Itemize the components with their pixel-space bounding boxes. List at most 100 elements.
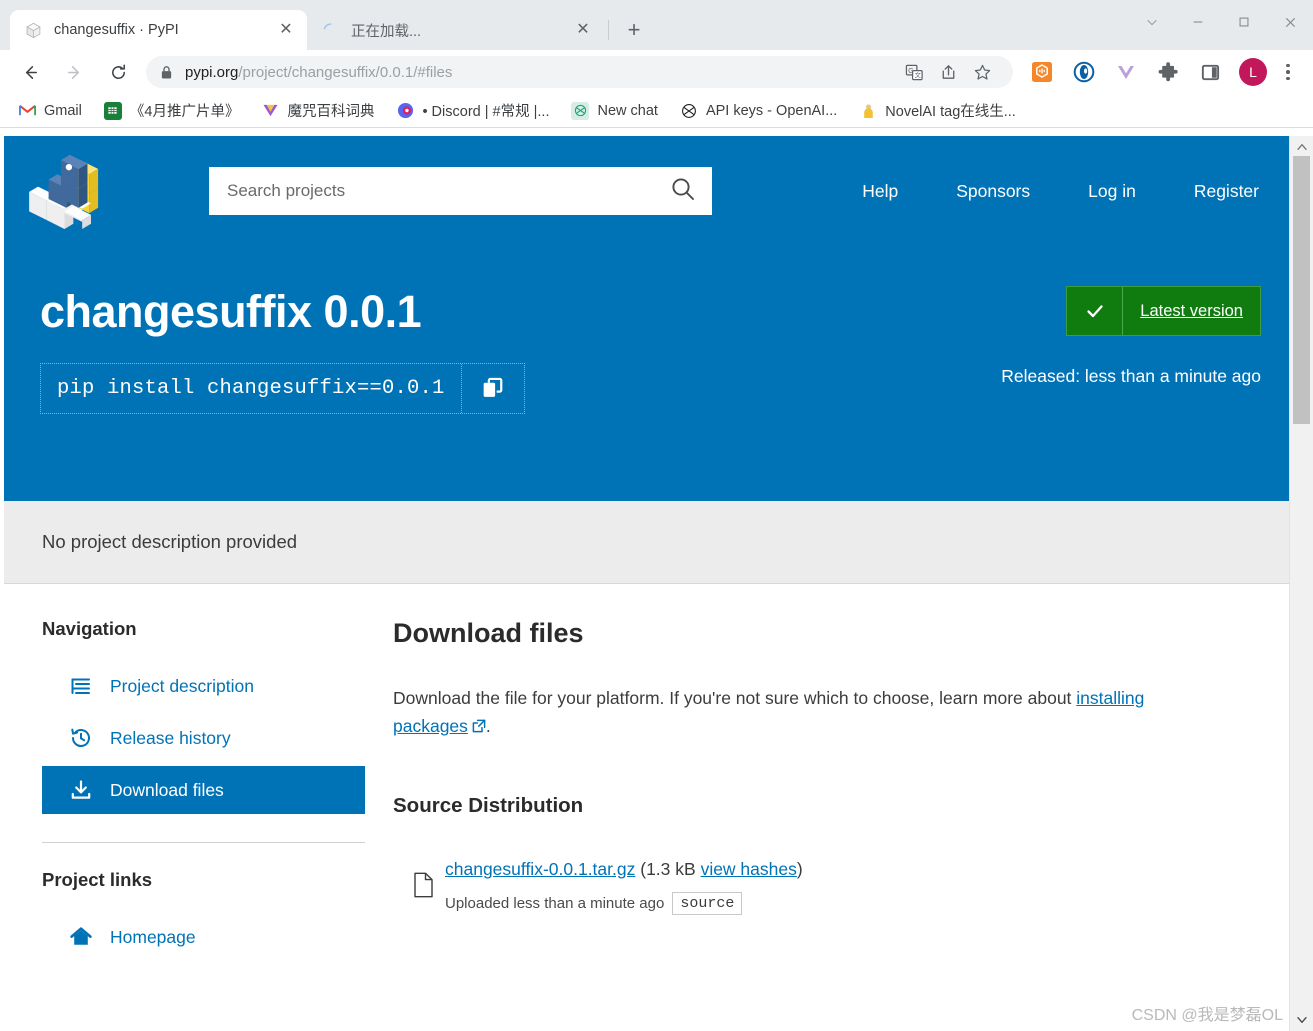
pip-install-command: pip install changesuffix==0.0.1	[41, 364, 462, 414]
bookmarks-bar: Gmail 《4月推广片单》 魔咒百科词典 • Discord | #常规 |.…	[0, 94, 1313, 128]
file-download-link[interactable]: changesuffix-0.0.1.tar.gz	[445, 859, 635, 879]
file-uploaded-text: Uploaded less than a minute ago	[445, 894, 665, 912]
bookmark-api-keys[interactable]: API keys - OpenAI...	[672, 98, 845, 124]
home-icon	[70, 926, 96, 948]
sidebar-item-label: Release history	[110, 727, 231, 748]
file-type-tag: source	[672, 891, 743, 915]
latest-version-link[interactable]: Latest version	[1140, 302, 1243, 321]
pypi-nav-links: Help Sponsors Log in Register	[804, 181, 1289, 202]
status-badge[interactable]: Latest version	[1066, 286, 1261, 336]
new-tab-button[interactable]: +	[619, 15, 649, 45]
google-sheets-icon	[103, 101, 122, 120]
bookmark-gmail[interactable]: Gmail	[10, 98, 90, 124]
reload-button[interactable]	[101, 55, 135, 89]
forward-button[interactable]	[57, 55, 91, 89]
extension-icons	[1021, 57, 1231, 87]
download-intro-after: .	[485, 716, 491, 737]
novelai-icon	[859, 102, 877, 120]
sidebar-item-label: Homepage	[110, 926, 196, 947]
file-name-line: changesuffix-0.0.1.tar.gz (1.3 kB view h…	[445, 856, 803, 882]
bookmark-novelai[interactable]: NovelAI tag在线生...	[851, 96, 1024, 125]
share-icon[interactable]	[933, 57, 963, 87]
nav-register[interactable]: Register	[1194, 181, 1259, 202]
main-content: Download files Download the file for you…	[389, 618, 1289, 965]
nav-login[interactable]: Log in	[1088, 181, 1136, 202]
close-button[interactable]	[1267, 2, 1313, 42]
close-icon[interactable]: ✕	[572, 19, 594, 41]
sidebar-item-release-history[interactable]: Release history	[42, 714, 365, 762]
bookmark-label: NovelAI tag在线生...	[885, 104, 1016, 120]
sidebar-heading-navigation: Navigation	[42, 618, 137, 639]
url-text: pypi.org/project/changesuffix/0.0.1/#fil…	[185, 64, 452, 81]
file-list-item: changesuffix-0.0.1.tar.gz (1.3 kB view h…	[393, 856, 1229, 915]
tab-title: changesuffix · PyPI	[54, 22, 179, 38]
sidebar-item-label: Project description	[110, 675, 254, 696]
file-size-close: )	[796, 858, 803, 879]
browser-titlebar: changesuffix · PyPI ✕ 正在加载... ✕ +	[0, 0, 1313, 50]
file-upload-line: Uploaded less than a minute ago source	[445, 891, 803, 915]
scroll-down-arrow-icon[interactable]	[1290, 1009, 1313, 1031]
bookmark-label: 《4月推广片单》	[129, 104, 240, 120]
scroll-up-arrow-icon[interactable]	[1290, 136, 1313, 158]
page-viewport: Help Sponsors Log in Register changesuff…	[0, 136, 1313, 1031]
external-link-icon	[472, 713, 486, 741]
puzzle-extensions-icon[interactable]	[1153, 57, 1183, 87]
translate-icon[interactable]: G 文	[899, 57, 929, 87]
v-site-icon	[261, 102, 279, 120]
vue-devtools-extension-icon[interactable]	[1111, 57, 1141, 87]
minimize-button[interactable]	[1175, 2, 1221, 42]
scrollbar-thumb[interactable]	[1293, 156, 1310, 424]
file-size-open: (	[635, 858, 647, 879]
bookmark-new-chat[interactable]: New chat	[563, 98, 665, 124]
lock-icon	[160, 65, 173, 80]
bookmark-label: 魔咒百科词典	[287, 104, 375, 120]
page-scrollbar[interactable]	[1289, 136, 1313, 1031]
sidebar-item-project-description[interactable]: Project description	[42, 662, 365, 710]
address-bar[interactable]: pypi.org/project/changesuffix/0.0.1/#fil…	[146, 56, 1013, 88]
nav-sponsors[interactable]: Sponsors	[956, 181, 1030, 202]
gmail-icon	[18, 102, 36, 120]
view-hashes-link[interactable]: view hashes	[701, 859, 797, 879]
url-domain: pypi.org	[185, 63, 239, 81]
pypi-page: Help Sponsors Log in Register changesuff…	[4, 136, 1289, 1031]
browser-tab-active[interactable]: changesuffix · PyPI ✕	[10, 10, 307, 50]
honey-extension-icon[interactable]	[1027, 57, 1057, 87]
search-input[interactable]	[227, 181, 670, 201]
bookmark-sheets[interactable]: 《4月推广片单》	[96, 96, 248, 125]
pip-install-box[interactable]: pip install changesuffix==0.0.1	[40, 363, 525, 415]
package-banner: changesuffix 0.0.1 pip install changesuf…	[4, 246, 1289, 501]
bookmark-discord[interactable]: • Discord | #常规 |...	[388, 96, 557, 125]
opera-gx-extension-icon[interactable]	[1069, 57, 1099, 87]
window-controls	[1129, 0, 1313, 44]
sidebar-item-download-files[interactable]: Download files	[42, 766, 365, 814]
profile-avatar[interactable]: L	[1239, 58, 1267, 86]
file-info: changesuffix-0.0.1.tar.gz (1.3 kB view h…	[443, 856, 803, 915]
back-button[interactable]	[13, 55, 47, 89]
browser-toolbar: pypi.org/project/changesuffix/0.0.1/#fil…	[0, 50, 1313, 94]
search-icon[interactable]	[670, 176, 696, 207]
bookmark-label: New chat	[597, 102, 658, 119]
file-icon	[403, 856, 443, 915]
chrome-menu-button[interactable]	[1275, 57, 1301, 87]
bookmark-mozhou[interactable]: 魔咒百科词典	[253, 96, 382, 125]
maximize-button[interactable]	[1221, 2, 1267, 42]
sidepanel-icon[interactable]	[1195, 57, 1225, 87]
download-icon	[70, 779, 96, 801]
pypi-logo[interactable]	[4, 153, 124, 229]
star-icon[interactable]	[967, 57, 997, 87]
copy-icon[interactable]	[462, 364, 524, 413]
openai-icon	[680, 102, 698, 120]
bookmark-label: API keys - OpenAI...	[705, 102, 838, 119]
search-projects-box[interactable]	[209, 167, 712, 215]
close-icon[interactable]: ✕	[275, 19, 297, 41]
discord-icon	[396, 102, 414, 120]
section-title-download-files: Download files	[393, 618, 584, 648]
browser-tab-loading[interactable]: 正在加载... ✕	[307, 10, 604, 50]
nav-help[interactable]: Help	[862, 181, 898, 202]
tab-search-chevron-down-icon[interactable]	[1129, 2, 1175, 42]
download-intro-text: Download the file for your platform. If …	[393, 684, 1208, 742]
released-text: Released: less than a minute ago	[1001, 366, 1261, 386]
bookmark-label: • Discord | #常规 |...	[422, 104, 550, 120]
sidebar-item-homepage[interactable]: Homepage	[42, 913, 365, 961]
tab-title: 正在加载...	[351, 23, 422, 40]
